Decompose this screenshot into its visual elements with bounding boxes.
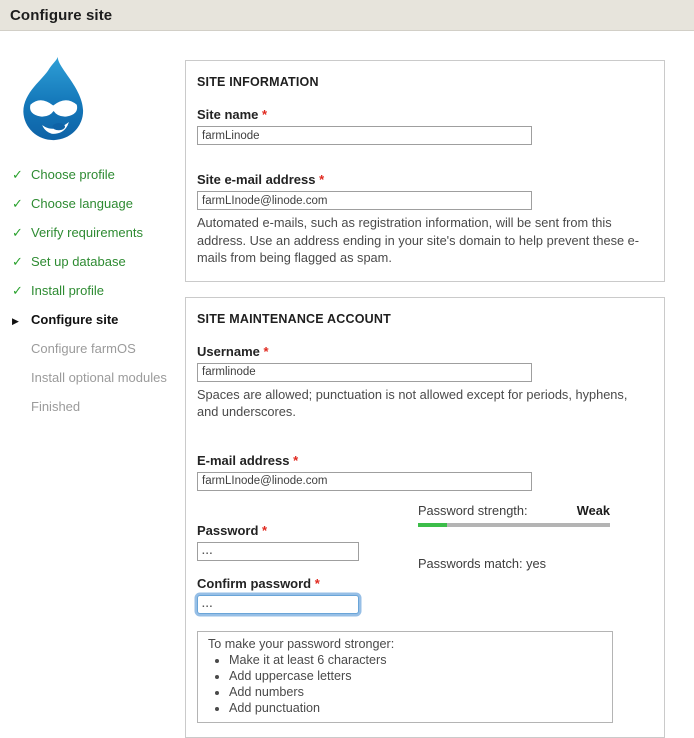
required-marker: * [262, 107, 267, 122]
password-strength-bar-fill [418, 523, 447, 527]
task-install-profile: ✓ Install profile [12, 283, 184, 312]
task-choose-profile: ✓ Choose profile [12, 167, 184, 196]
arrow-right-icon: ▶ [12, 312, 31, 329]
task-configure-site: ▶ Configure site [12, 312, 184, 341]
site-information-legend: SITE INFORMATION [197, 61, 651, 89]
account-email-input[interactable] [197, 472, 532, 491]
suggestion-item: Add punctuation [229, 702, 602, 715]
check-icon: ✓ [12, 254, 31, 269]
configure-site-form: SITE INFORMATION Site name * Site e-mail… [185, 60, 665, 738]
site-email-description: Automated e-mails, such as registration … [197, 214, 649, 267]
required-marker: * [264, 344, 269, 359]
password-suggestions-intro: To make your password stronger: [208, 637, 602, 651]
task-label: Finished [31, 399, 80, 414]
check-icon: ✓ [12, 225, 31, 240]
check-icon: ✓ [12, 283, 31, 298]
required-marker: * [319, 172, 324, 187]
password-strength-row: Password strength: Weak [418, 503, 610, 518]
task-verify-requirements: ✓ Verify requirements [12, 225, 184, 254]
required-marker: * [315, 576, 320, 591]
suggestion-item: Add numbers [229, 686, 602, 699]
site-name-label: Site name * [197, 107, 651, 122]
task-finished: Finished [12, 399, 184, 428]
page-title: Configure site [0, 7, 112, 24]
task-label: Verify requirements [31, 225, 143, 240]
password-strength-value: Weak [577, 503, 610, 518]
task-label: Configure farmOS [31, 341, 136, 356]
druplicon-icon [14, 56, 94, 144]
password-feedback-aside: Password strength: Weak Passwords match:… [418, 503, 610, 571]
task-label: Configure site [31, 312, 118, 327]
check-icon: ✓ [12, 167, 31, 182]
task-label: Set up database [31, 254, 126, 269]
confirm-password-label: Confirm password * [197, 576, 651, 591]
fieldset-site-maintenance-account: SITE MAINTENANCE ACCOUNT Username * Spac… [185, 297, 665, 738]
password-suggestions-box: To make your password stronger: Make it … [197, 631, 613, 723]
suggestion-item: Make it at least 6 characters [229, 654, 602, 667]
task-install-optional-modules: Install optional modules [12, 370, 184, 399]
password-strength-bar [418, 523, 610, 527]
password-input[interactable] [197, 542, 359, 561]
required-marker: * [293, 453, 298, 468]
passwords-match-text: Passwords match: yes [418, 556, 610, 571]
suggestion-item: Add uppercase letters [229, 670, 602, 683]
task-label: Install profile [31, 283, 104, 298]
fieldset-site-information: SITE INFORMATION Site name * Site e-mail… [185, 60, 665, 282]
drupal-logo [14, 56, 94, 144]
task-label: Install optional modules [31, 370, 167, 385]
maintenance-account-legend: SITE MAINTENANCE ACCOUNT [197, 298, 651, 326]
installer-task-list: ✓ Choose profile ✓ Choose language ✓ Ver… [12, 167, 184, 428]
site-name-input[interactable] [197, 126, 532, 145]
task-label: Choose language [31, 196, 133, 211]
username-label: Username * [197, 344, 651, 359]
task-label: Choose profile [31, 167, 115, 182]
site-email-label: Site e-mail address * [197, 172, 651, 187]
username-input[interactable] [197, 363, 532, 382]
header-bar: Configure site [0, 0, 694, 31]
task-set-up-database: ✓ Set up database [12, 254, 184, 283]
task-choose-language: ✓ Choose language [12, 196, 184, 225]
required-marker: * [262, 523, 267, 538]
confirm-password-input[interactable] [197, 595, 359, 614]
site-email-input[interactable] [197, 191, 532, 210]
account-email-label: E-mail address * [197, 453, 651, 468]
password-suggestions-list: Make it at least 6 characters Add upperc… [208, 654, 602, 715]
task-configure-farmos: Configure farmOS [12, 341, 184, 370]
check-icon: ✓ [12, 196, 31, 211]
password-strength-label: Password strength: [418, 503, 528, 518]
username-description: Spaces are allowed; punctuation is not a… [197, 386, 649, 421]
